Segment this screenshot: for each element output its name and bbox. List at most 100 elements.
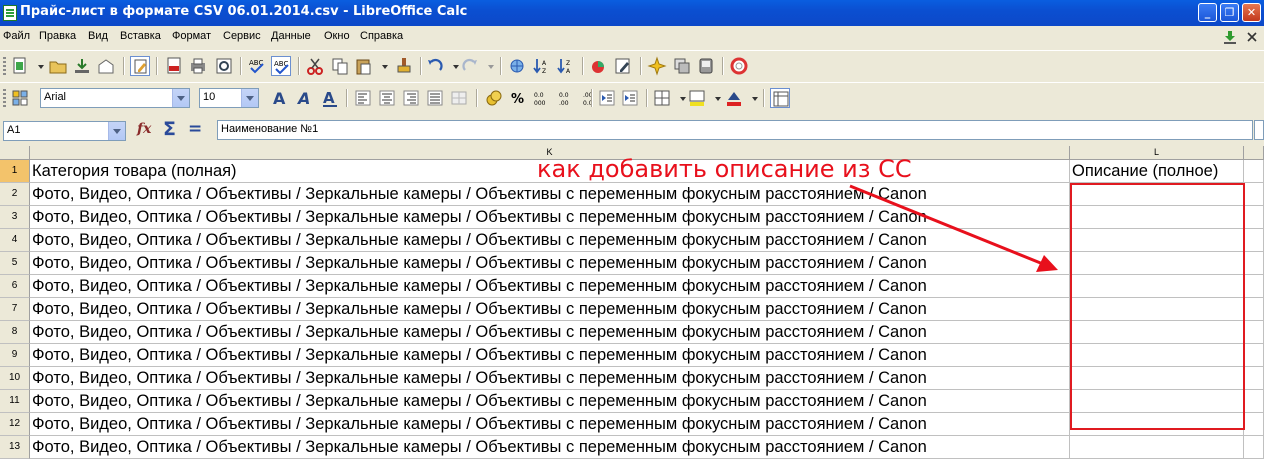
column-header-m[interactable] xyxy=(1244,146,1264,160)
table-cell-k[interactable]: Фото, Видео, Оптика / Объективы / Зеркал… xyxy=(30,413,1070,436)
font-name-combo[interactable]: Arial xyxy=(40,88,190,108)
table-cell-k[interactable]: Фото, Видео, Оптика / Объективы / Зеркал… xyxy=(30,252,1070,275)
table-cell-k[interactable]: Фото, Видео, Оптика / Объективы / Зеркал… xyxy=(30,229,1070,252)
table-cell-l[interactable] xyxy=(1070,390,1244,413)
column-header-l[interactable]: L xyxy=(1070,146,1244,160)
redo-icon[interactable] xyxy=(460,56,480,76)
table-cell-m[interactable] xyxy=(1244,390,1264,413)
underline-icon[interactable]: A xyxy=(320,88,340,108)
percent-icon[interactable]: % xyxy=(508,88,528,108)
row-header[interactable]: 5 xyxy=(0,252,30,275)
menu-insert[interactable]: Вставка xyxy=(120,30,161,42)
row-header[interactable]: 12 xyxy=(0,413,30,436)
menu-data[interactable]: Данные xyxy=(271,30,311,42)
increase-indent-icon[interactable] xyxy=(620,88,640,108)
save-icon[interactable] xyxy=(72,56,92,76)
decrease-indent-icon[interactable] xyxy=(597,88,617,108)
table-cell-m[interactable] xyxy=(1244,321,1264,344)
edit-file-icon[interactable] xyxy=(130,56,150,76)
table-cell-m[interactable] xyxy=(1244,206,1264,229)
row-header[interactable]: 11 xyxy=(0,390,30,413)
row-header[interactable]: 10 xyxy=(0,367,30,390)
currency-icon[interactable] xyxy=(484,88,504,108)
name-box[interactable]: A1 xyxy=(3,121,126,141)
table-cell-l[interactable] xyxy=(1070,367,1244,390)
table-cell-l[interactable] xyxy=(1070,321,1244,344)
toolbar-grip[interactable] xyxy=(3,89,6,107)
menu-help[interactable]: Справка xyxy=(360,30,403,42)
table-cell-k[interactable]: Фото, Видео, Оптика / Объективы / Зеркал… xyxy=(30,344,1070,367)
table-cell-k[interactable]: Фото, Видео, Оптика / Объективы / Зеркал… xyxy=(30,367,1070,390)
justify-icon[interactable] xyxy=(425,88,445,108)
undo-dropdown-icon[interactable] xyxy=(446,56,459,76)
paste-dropdown-icon[interactable] xyxy=(375,56,388,76)
table-cell-k[interactable]: Фото, Видео, Оптика / Объективы / Зеркал… xyxy=(30,298,1070,321)
chart-icon[interactable] xyxy=(589,56,609,76)
name-box-dropdown[interactable] xyxy=(108,122,125,140)
undo-icon[interactable] xyxy=(425,56,445,76)
cut-icon[interactable] xyxy=(305,56,325,76)
borders-icon[interactable] xyxy=(652,88,672,108)
table-cell-l[interactable] xyxy=(1070,344,1244,367)
styles-icon[interactable] xyxy=(10,88,30,108)
row-header[interactable]: 13 xyxy=(0,436,30,459)
table-cell-l[interactable] xyxy=(1070,275,1244,298)
formula-expand-button[interactable] xyxy=(1254,120,1264,140)
row-header[interactable]: 2 xyxy=(0,183,30,206)
help-icon[interactable] xyxy=(729,56,749,76)
cell-m[interactable] xyxy=(1244,160,1264,183)
table-cell-m[interactable] xyxy=(1244,298,1264,321)
table-cell-l[interactable] xyxy=(1070,413,1244,436)
menu-window[interactable]: Окно xyxy=(324,30,350,42)
new-dropdown-icon[interactable] xyxy=(31,56,44,76)
cell-l1[interactable]: Описание (полное) xyxy=(1070,160,1244,183)
sort-descending-icon[interactable]: ZA xyxy=(555,56,575,76)
minimize-button[interactable]: _ xyxy=(1198,3,1217,22)
table-cell-k[interactable]: Фото, Видео, Оптика / Объективы / Зеркал… xyxy=(30,183,1070,206)
table-cell-m[interactable] xyxy=(1244,229,1264,252)
background-color-dropdown-icon[interactable] xyxy=(708,88,721,108)
table-cell-l[interactable] xyxy=(1070,206,1244,229)
paste-icon[interactable] xyxy=(354,56,374,76)
table-cell-k[interactable]: Фото, Видео, Оптика / Объективы / Зеркал… xyxy=(30,275,1070,298)
background-color-icon[interactable] xyxy=(687,88,707,108)
align-right-icon[interactable] xyxy=(401,88,421,108)
font-color-dropdown-icon[interactable] xyxy=(745,88,758,108)
toolbar-grip[interactable] xyxy=(3,57,6,75)
row-header[interactable]: 1 xyxy=(0,160,30,183)
sort-ascending-icon[interactable]: AZ xyxy=(531,56,551,76)
print-preview-icon[interactable] xyxy=(214,56,234,76)
table-cell-l[interactable] xyxy=(1070,436,1244,459)
table-cell-l[interactable] xyxy=(1070,183,1244,206)
align-left-icon[interactable] xyxy=(353,88,373,108)
redo-dropdown-icon[interactable] xyxy=(481,56,494,76)
row-header[interactable]: 9 xyxy=(0,344,30,367)
export-pdf-icon[interactable] xyxy=(164,56,184,76)
email-icon[interactable] xyxy=(96,56,116,76)
row-header[interactable]: 3 xyxy=(0,206,30,229)
font-name-dropdown-icon[interactable] xyxy=(172,89,189,107)
table-cell-m[interactable] xyxy=(1244,367,1264,390)
merge-cells-icon[interactable] xyxy=(449,88,469,108)
gallery-icon[interactable] xyxy=(672,56,692,76)
menu-view[interactable]: Вид xyxy=(88,30,108,42)
italic-icon[interactable]: A xyxy=(295,88,315,108)
name-box-dropdown-icon[interactable] xyxy=(108,122,125,140)
align-center-icon[interactable] xyxy=(377,88,397,108)
table-cell-m[interactable] xyxy=(1244,413,1264,436)
select-all-corner[interactable] xyxy=(0,146,30,160)
table-cell-l[interactable] xyxy=(1070,298,1244,321)
table-cell-k[interactable]: Фото, Видео, Оптика / Объективы / Зеркал… xyxy=(30,206,1070,229)
table-cell-m[interactable] xyxy=(1244,436,1264,459)
row-header[interactable]: 6 xyxy=(0,275,30,298)
data-sources-icon[interactable] xyxy=(696,56,716,76)
table-cell-m[interactable] xyxy=(1244,252,1264,275)
copy-icon[interactable] xyxy=(330,56,350,76)
function-equals-icon[interactable]: = xyxy=(188,119,202,139)
table-cell-m[interactable] xyxy=(1244,183,1264,206)
menu-format[interactable]: Формат xyxy=(172,30,211,42)
hyperlink-icon[interactable] xyxy=(507,56,527,76)
font-size-dropdown-icon[interactable] xyxy=(241,89,258,107)
update-download-icon[interactable] xyxy=(1222,30,1238,44)
table-cell-l[interactable] xyxy=(1070,229,1244,252)
